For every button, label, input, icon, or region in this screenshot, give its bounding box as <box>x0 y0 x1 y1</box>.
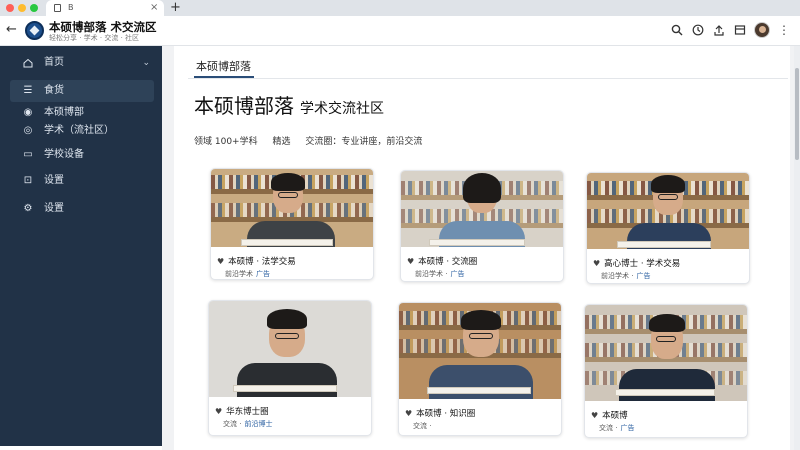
page-title-sub: 学术交流社区 <box>300 101 384 117</box>
breadcrumb[interactable]: 本硕博部落 <box>196 58 251 74</box>
tab-title: B <box>68 3 74 12</box>
clock-icon[interactable] <box>691 24 704 37</box>
globe-icon: ◎ <box>23 125 33 136</box>
search-icon[interactable] <box>670 24 683 37</box>
member-card[interactable]: ♥ 本硕博 · 法学交易 前沿学术 广告 <box>210 168 374 280</box>
sidebar-item-label: 食货 <box>44 85 64 96</box>
member-photo <box>585 305 747 401</box>
card-title: ♥ 本硕博 · 法学交易 <box>217 257 296 267</box>
card-meta: 交流 · 广告 <box>599 424 635 432</box>
heart-icon[interactable]: ♥ <box>217 257 224 266</box>
heart-icon[interactable]: ♥ <box>405 409 412 418</box>
member-card[interactable]: ♥ 高心博士 · 学术交易 前沿学术 · 广告 <box>586 172 750 284</box>
card-link[interactable]: 广告 <box>450 270 464 278</box>
card-title: ♥ 本硕博 <box>591 411 628 421</box>
sidebar-item-label: 学术（流社区） <box>44 125 114 136</box>
card-meta: 前沿学术 · 广告 <box>601 272 651 280</box>
page-title-main: 本硕博部落 <box>194 94 294 118</box>
dot-icon: ◉ <box>23 107 33 118</box>
sidebar-item-food[interactable]: ☰ 食货 <box>10 80 154 102</box>
page-icon <box>54 4 61 12</box>
member-photo <box>401 171 563 247</box>
sidebar-item-equipment[interactable]: ▭ 学校设备 <box>0 144 162 166</box>
site-logo[interactable] <box>25 21 44 40</box>
sidebar-item-label: 设置 <box>44 203 64 214</box>
new-tab-button[interactable]: + <box>170 0 181 15</box>
sidebar-item-label: 学校设备 <box>44 149 84 160</box>
heart-icon[interactable]: ♥ <box>591 411 598 420</box>
card-link[interactable]: 前沿博士 <box>244 420 272 428</box>
list-icon: ☰ <box>23 85 33 96</box>
more-icon[interactable]: ⋮ <box>778 23 790 37</box>
site-header: ← 本硕博部落 术交流区 轻松分享 · 学术 · 交流 · 社区 ⋮ <box>0 16 800 46</box>
sidebar-item-settings-lock[interactable]: ⊡ 设置 <box>0 170 162 192</box>
browser-tab-bar: B × + <box>0 0 800 16</box>
heart-icon[interactable]: ♥ <box>407 257 414 266</box>
scrollbar-thumb[interactable] <box>795 68 799 160</box>
divider <box>188 78 788 79</box>
card-meta: 交流 · <box>413 422 432 430</box>
card-meta: 前沿学术 · 广告 <box>415 270 465 278</box>
site-subtitle: 轻松分享 · 学术 · 交流 · 社区 <box>49 34 140 42</box>
stat-fields: 领域 100+学科 <box>194 137 258 147</box>
card-title: ♥ 高心博士 · 学术交易 <box>593 259 681 269</box>
header-actions: ⋮ <box>670 22 790 38</box>
card-link[interactable]: 广告 <box>620 424 634 432</box>
main-area: 本硕博部落 本硕博部落 学术交流社区 领域 100+学科 精选 交流圈：专业讲座，… <box>162 46 794 450</box>
maximize-window-button[interactable] <box>30 4 38 12</box>
card-link[interactable]: 广告 <box>256 270 270 278</box>
minimize-window-button[interactable] <box>18 4 26 12</box>
card-meta: 前沿学术 广告 <box>225 270 270 278</box>
user-avatar[interactable] <box>754 22 770 38</box>
content-panel: 本硕博部落 本硕博部落 学术交流社区 领域 100+学科 精选 交流圈：专业讲座，… <box>174 46 790 450</box>
sidebar-item-settings[interactable]: ⚙ 设置 <box>0 198 162 220</box>
stat-featured[interactable]: 精选 <box>272 137 290 147</box>
heart-icon[interactable]: ♥ <box>215 407 222 416</box>
home-icon <box>22 52 34 77</box>
stats-row: 领域 100+学科 精选 交流圈：专业讲座，前沿交流 <box>194 134 434 147</box>
sidebar-item-forum[interactable]: ◉ 本硕博部 <box>0 104 162 122</box>
calendar-icon: ▭ <box>23 149 33 160</box>
stat-community: 交流圈：专业讲座，前沿交流 <box>305 137 423 147</box>
bookmark-icon[interactable] <box>733 24 746 37</box>
member-card[interactable]: ♥ 本硕博 · 交流圈 前沿学术 · 广告 <box>400 170 564 282</box>
member-card[interactable]: ♥ 华东博士圈 交流 · 前沿博士 <box>208 300 372 436</box>
tab-close-icon[interactable]: × <box>150 0 158 16</box>
vertical-scrollbar[interactable] <box>794 46 800 450</box>
member-photo <box>211 169 373 247</box>
sidebar-item-label: 首页 <box>44 57 64 68</box>
member-photo <box>587 173 749 249</box>
page-title: 本硕博部落 学术交流社区 <box>194 90 384 119</box>
share-icon[interactable] <box>712 24 725 37</box>
browser-tab[interactable]: B <box>46 0 164 16</box>
heart-icon[interactable]: ♥ <box>593 259 600 268</box>
member-card[interactable]: ♥ 本硕博 交流 · 广告 <box>584 304 748 438</box>
card-link[interactable]: 广告 <box>636 272 650 280</box>
sidebar-item-home[interactable]: 首页 ⌄ <box>0 52 162 74</box>
member-photo <box>399 303 561 399</box>
chevron-down-icon[interactable]: ⌄ <box>142 52 150 74</box>
card-title: ♥ 华东博士圈 <box>215 407 269 417</box>
lock-icon: ⊡ <box>23 175 33 186</box>
back-arrow-icon[interactable]: ← <box>6 22 17 37</box>
sidebar-item-academic[interactable]: ◎ 学术（流社区） <box>0 122 162 140</box>
card-meta: 交流 · 前沿博士 <box>223 420 273 428</box>
gear-icon: ⚙ <box>23 203 33 214</box>
sidebar-item-label: 本硕博部 <box>44 107 84 118</box>
sidebar: 首页 ⌄ ☰ 食货 ◉ 本硕博部 ◎ 学术（流社区） ▭ 学校设备 ⊡ 设置 ⚙… <box>0 46 162 446</box>
card-title: ♥ 本硕博 · 知识圈 <box>405 409 476 419</box>
member-card[interactable]: ♥ 本硕博 · 知识圈 交流 · <box>398 302 562 436</box>
close-window-button[interactable] <box>6 4 14 12</box>
sidebar-item-label: 设置 <box>44 175 64 186</box>
card-title: ♥ 本硕博 · 交流圈 <box>407 257 478 267</box>
member-photo <box>209 301 371 397</box>
